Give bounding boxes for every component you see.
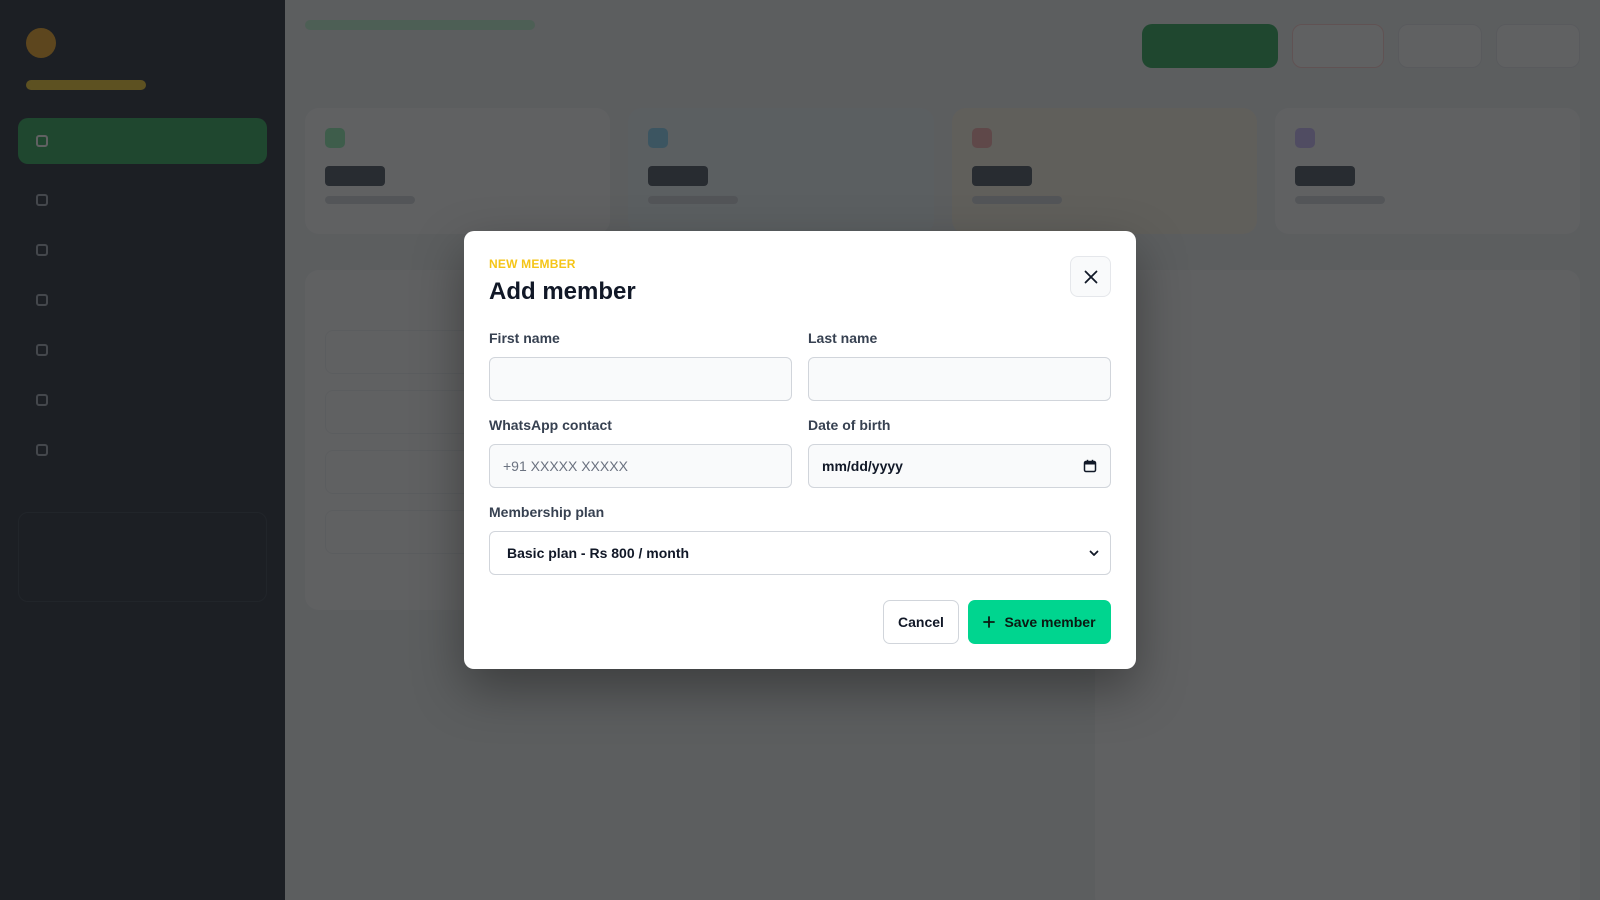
plan-field: Membership plan Basic plan - Rs 800 / mo… [489,504,1111,575]
modal-actions: Cancel Save member [489,600,1111,644]
close-button[interactable] [1070,256,1111,297]
modal-title: Add member [489,278,636,305]
add-member-modal: NEW MEMBER Add member First name Last na… [464,231,1136,669]
modal-eyebrow: NEW MEMBER [489,257,576,271]
first-name-input[interactable] [489,357,792,401]
first-name-label: First name [489,330,560,346]
cancel-button[interactable]: Cancel [883,600,959,644]
save-member-button[interactable]: Save member [968,600,1111,644]
plus-icon [983,616,996,628]
last-name-label: Last name [808,330,878,346]
whatsapp-input[interactable] [489,444,792,488]
first-name-field: First name [489,330,792,401]
last-name-field: Last name [808,330,1111,401]
close-icon [1084,270,1097,283]
contact-row: WhatsApp contact Date of birth mm/dd/yyy… [489,417,1111,488]
plan-selected-value: Basic plan - Rs 800 / month [507,545,690,561]
dob-label: Date of birth [808,417,891,433]
calendar-icon[interactable] [1083,459,1097,473]
last-name-input[interactable] [808,357,1111,401]
chevron-down-icon [1089,550,1099,556]
name-row: First name Last name [489,330,1111,401]
whatsapp-field: WhatsApp contact [489,417,792,488]
plan-label: Membership plan [489,504,605,520]
dob-field: Date of birth mm/dd/yyyy [808,417,1111,488]
whatsapp-label: WhatsApp contact [489,417,612,433]
dob-input[interactable]: mm/dd/yyyy [808,444,1111,488]
dob-value: mm/dd/yyyy [822,458,903,474]
save-member-label: Save member [1004,614,1096,630]
plan-select[interactable]: Basic plan - Rs 800 / month [489,531,1111,575]
